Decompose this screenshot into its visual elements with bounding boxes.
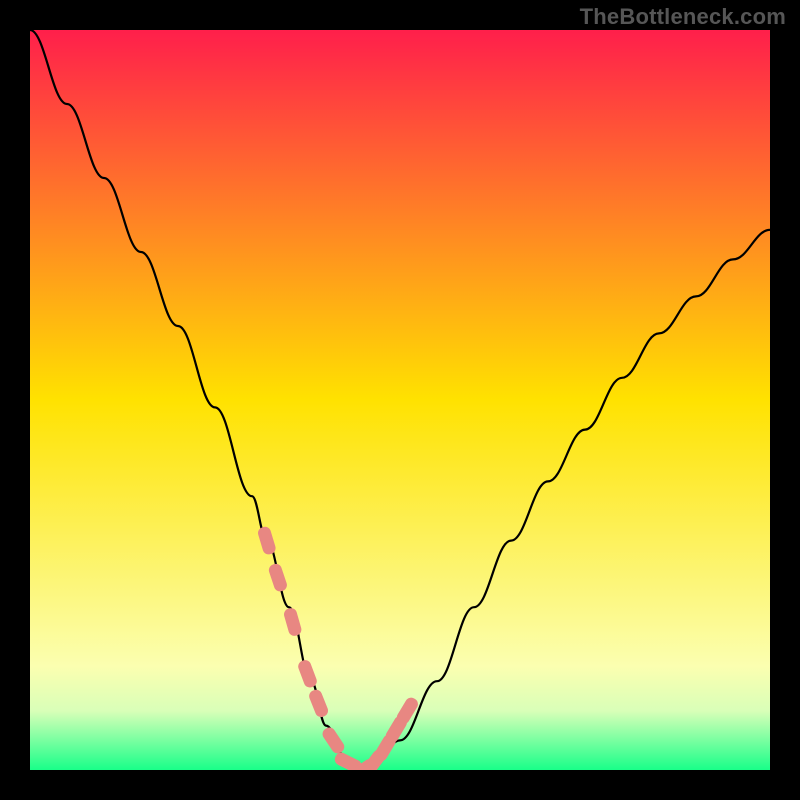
watermark-text: TheBottleneck.com bbox=[580, 4, 786, 30]
outer-frame: TheBottleneck.com bbox=[0, 0, 800, 800]
chart-background bbox=[30, 30, 770, 770]
bottleneck-chart bbox=[30, 30, 770, 770]
